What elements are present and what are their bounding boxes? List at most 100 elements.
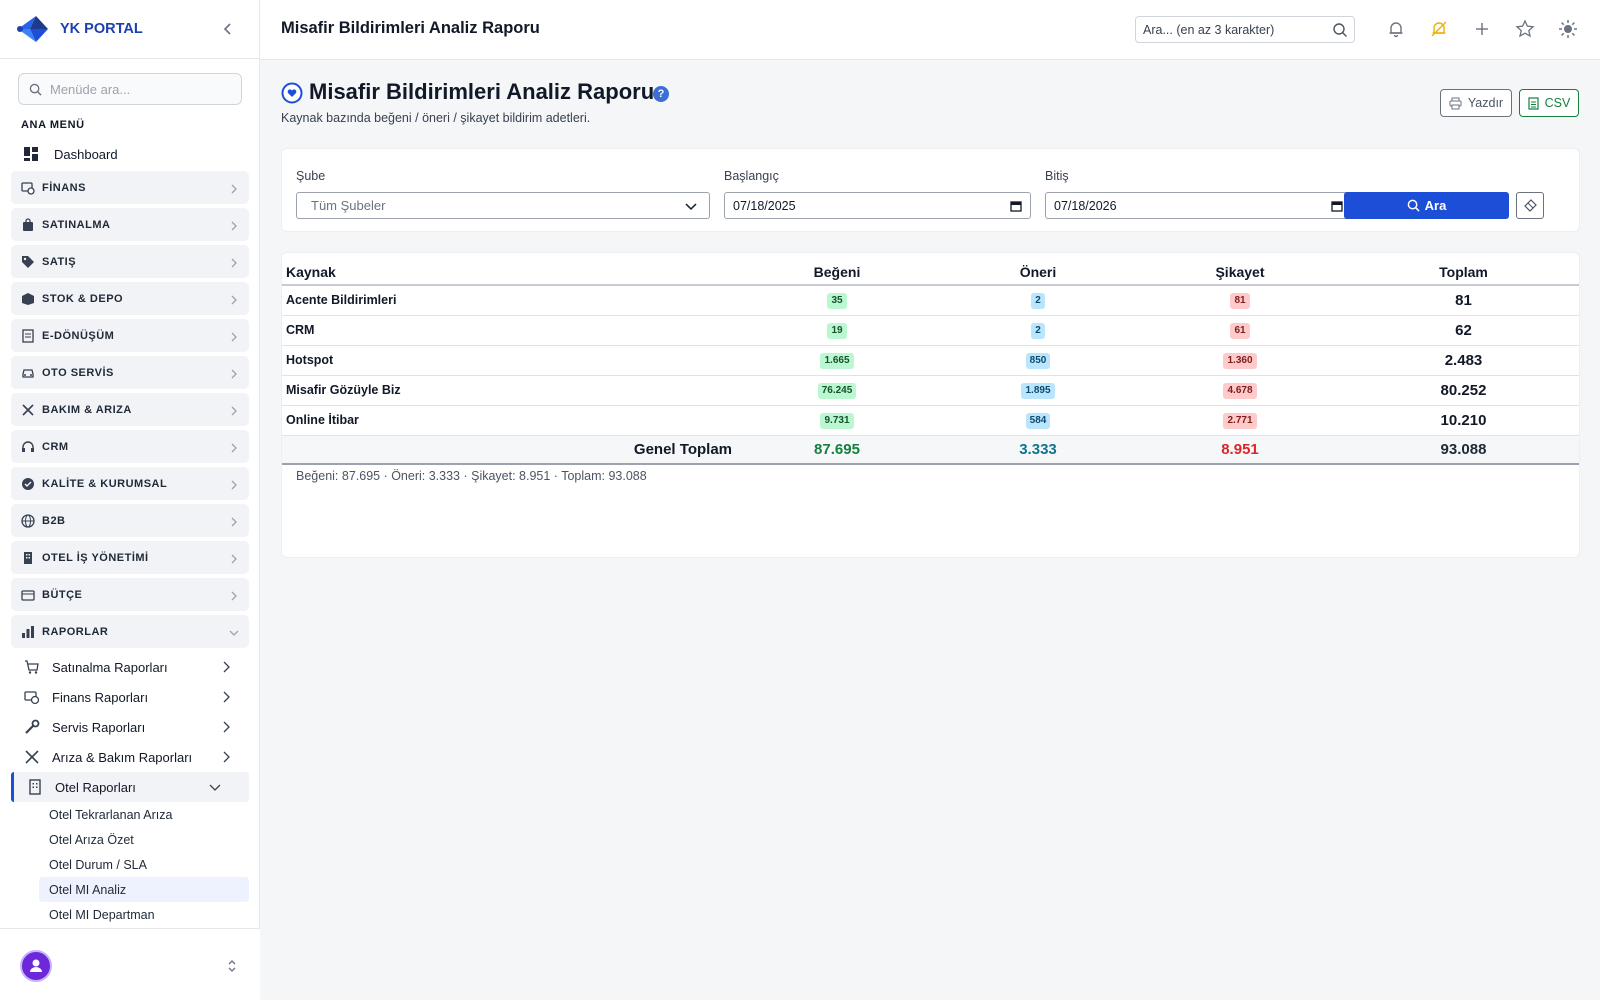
branch-label: Şube bbox=[296, 169, 326, 183]
sidebar-item-e-donusum[interactable]: E-DÖNÜŞÜM bbox=[11, 319, 249, 352]
sidebar-item-raporlar[interactable]: RAPORLAR bbox=[11, 615, 249, 648]
complaint-badge: 1.360 bbox=[1223, 353, 1257, 369]
branch-select[interactable]: Tüm Şubeler bbox=[296, 192, 710, 219]
column-header-sikayet[interactable]: Şikayet bbox=[1134, 253, 1346, 286]
total-cell: 10.210 bbox=[1346, 405, 1579, 436]
badge-check-icon bbox=[21, 477, 35, 491]
csv-button[interactable]: CSV bbox=[1519, 89, 1579, 117]
search-icon[interactable] bbox=[1332, 22, 1348, 38]
table-row[interactable]: CRM 19 2 61 62 bbox=[282, 315, 1579, 346]
sidebar-item-otel-durum-sla[interactable]: Otel Durum / SLA bbox=[0, 852, 260, 877]
sidebar-item-butce[interactable]: BÜTÇE bbox=[11, 578, 249, 611]
star-icon[interactable] bbox=[1515, 19, 1535, 39]
chevron-down-icon bbox=[685, 200, 697, 212]
source-cell: CRM bbox=[282, 315, 732, 346]
total-cell: 81 bbox=[1346, 285, 1579, 316]
sidebar-item-satis[interactable]: SATIŞ bbox=[11, 245, 249, 278]
chevron-right-icon bbox=[229, 589, 239, 601]
calendar-icon[interactable] bbox=[1010, 200, 1022, 212]
sidebar-item-satinalma-raporlari[interactable]: Satınalma Raporları bbox=[0, 652, 260, 682]
clear-filters-button[interactable] bbox=[1516, 192, 1544, 219]
column-header-toplam[interactable]: Toplam bbox=[1346, 253, 1579, 286]
sidebar-item-kalite-kurumsal[interactable]: KALİTE & KURUMSAL bbox=[11, 467, 249, 500]
main-content: Misafir Bildirimleri Analiz Raporu ? Kay… bbox=[260, 60, 1600, 1000]
printer-icon bbox=[1449, 97, 1462, 109]
table-row[interactable]: Online İtibar 9.731 584 2.771 10.210 bbox=[282, 405, 1579, 436]
like-badge: 9.731 bbox=[820, 413, 854, 429]
sidebar-item-stok-depo[interactable]: STOK & DEPO bbox=[11, 282, 249, 315]
topbar: Misafir Bildirimleri Analiz Raporu bbox=[260, 0, 1600, 60]
sun-icon[interactable] bbox=[1558, 19, 1578, 39]
calendar-icon[interactable] bbox=[1331, 200, 1343, 212]
page-subtitle: Kaynak bazında beğeni / öneri / şikayet … bbox=[281, 111, 591, 125]
complaint-badge: 81 bbox=[1230, 293, 1250, 310]
like-badge: 19 bbox=[827, 323, 847, 339]
sidebar-item-label: Arıza & Bakım Raporları bbox=[52, 749, 193, 765]
search-button[interactable]: Ara bbox=[1344, 192, 1509, 219]
chevron-left-icon[interactable] bbox=[219, 20, 237, 38]
sidebar-item-bakim-ariza[interactable]: BAKIM & ARIZA bbox=[11, 393, 249, 426]
bell-icon[interactable] bbox=[1386, 19, 1406, 39]
start-date-label: Başlangıç bbox=[724, 169, 779, 183]
global-search[interactable] bbox=[1135, 16, 1355, 43]
sidebar-item-label: B2B bbox=[42, 514, 66, 527]
search-button-label: Ara bbox=[1424, 198, 1447, 213]
sidebar-item-label: E-DÖNÜŞÜM bbox=[42, 329, 115, 342]
help-icon[interactable]: ? bbox=[653, 86, 669, 102]
sidebar-item-otel-is-yonetimi[interactable]: OTEL İŞ YÖNETİMİ bbox=[11, 541, 249, 574]
suggestion-badge: 584 bbox=[1025, 413, 1051, 429]
end-date-value: 07/18/2026 bbox=[1054, 198, 1117, 213]
print-button[interactable]: Yazdır bbox=[1440, 89, 1512, 117]
chevron-right-icon bbox=[229, 441, 239, 453]
sidebar-item-finans[interactable]: FİNANS bbox=[11, 171, 249, 204]
search-icon bbox=[1407, 199, 1420, 212]
sidebar-item-otel-ariza-ozet[interactable]: Otel Arıza Özet bbox=[0, 827, 260, 852]
table-row[interactable]: Hotspot 1.665 850 1.360 2.483 bbox=[282, 345, 1579, 376]
tools-icon bbox=[24, 749, 40, 765]
chevron-right-icon bbox=[220, 751, 232, 763]
complaint-badge: 2.771 bbox=[1223, 413, 1257, 429]
sidebar-item-crm[interactable]: CRM bbox=[11, 430, 249, 463]
sidebar-item-b2b[interactable]: B2B bbox=[11, 504, 249, 537]
chevron-right-icon bbox=[229, 515, 239, 527]
chevron-down-icon bbox=[209, 781, 221, 793]
sidebar-item-otel-mi-departman[interactable]: Otel MI Departman bbox=[0, 902, 260, 927]
bell-off-icon[interactable] bbox=[1429, 19, 1449, 39]
sidebar-item-otel-tekrarlanan-ariza[interactable]: Otel Tekrarlanan Arıza bbox=[0, 802, 260, 827]
global-search-input[interactable] bbox=[1143, 22, 1323, 37]
menu-search[interactable] bbox=[18, 73, 242, 105]
chevron-up-down-icon[interactable] bbox=[226, 959, 238, 973]
sidebar-item-oto-servis[interactable]: OTO SERVİS bbox=[11, 356, 249, 389]
sidebar-item-otel-mi-analiz[interactable]: Otel MI Analiz bbox=[39, 877, 249, 902]
box-icon bbox=[21, 292, 35, 306]
chevron-right-icon bbox=[229, 404, 239, 416]
table-row[interactable]: Acente Bildirimleri 35 2 81 81 bbox=[282, 285, 1579, 316]
sidebar-item-dashboard[interactable]: Dashboard bbox=[0, 140, 260, 168]
chevron-right-icon bbox=[220, 721, 232, 733]
file-spreadsheet-icon bbox=[1528, 96, 1539, 110]
avatar[interactable] bbox=[20, 950, 52, 982]
grand-total-suggestion: 3.333 bbox=[942, 435, 1134, 465]
sidebar-item-label: Servis Raporları bbox=[52, 719, 146, 735]
sidebar-item-label: STOK & DEPO bbox=[42, 292, 124, 305]
column-header-begeni[interactable]: Beğeni bbox=[732, 253, 942, 286]
sidebar-item-label: Otel Raporları bbox=[55, 779, 136, 795]
table-row[interactable]: Misafir Gözüyle Biz 76.245 1.895 4.678 8… bbox=[282, 375, 1579, 406]
column-header-oneri[interactable]: Öneri bbox=[942, 253, 1134, 286]
sidebar-item-finans-raporlari[interactable]: Finans Raporları bbox=[0, 682, 260, 712]
sidebar-item-ariza-bakim-raporlari[interactable]: Arıza & Bakım Raporları bbox=[0, 742, 260, 772]
filter-panel: Şube Tüm Şubeler Başlangıç 07/18/2025 Bi… bbox=[281, 148, 1580, 232]
like-badge: 1.665 bbox=[820, 353, 854, 369]
plus-icon[interactable] bbox=[1472, 19, 1492, 39]
start-date-input[interactable]: 07/18/2025 bbox=[724, 192, 1031, 219]
sidebar-item-label: BÜTÇE bbox=[42, 588, 83, 601]
sidebar-item-label: SATIŞ bbox=[42, 255, 77, 268]
sidebar-item-servis-raporlari[interactable]: Servis Raporları bbox=[0, 712, 260, 742]
section-label: ANA MENÜ bbox=[21, 119, 85, 131]
sidebar-item-satinalma[interactable]: SATINALMA bbox=[11, 208, 249, 241]
chevron-right-icon bbox=[229, 478, 239, 490]
menu-search-input[interactable] bbox=[50, 81, 230, 97]
end-date-input[interactable]: 07/18/2026 bbox=[1045, 192, 1352, 219]
column-header-kaynak[interactable]: Kaynak bbox=[282, 253, 732, 286]
sidebar-item-otel-raporlari[interactable]: Otel Raporları bbox=[11, 772, 249, 802]
